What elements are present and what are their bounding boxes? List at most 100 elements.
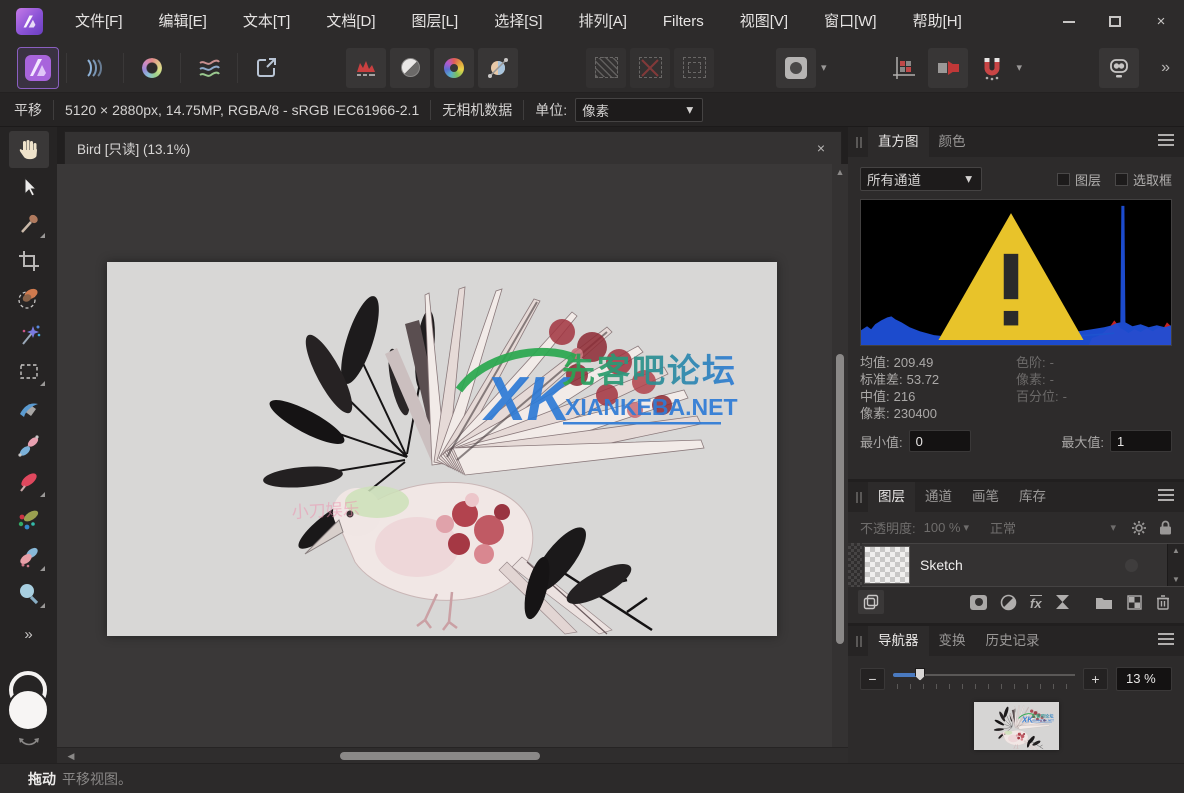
erase-brush-tool[interactable] [9,538,49,575]
pixel-brush-tool[interactable] [9,501,49,538]
blend-mode-select[interactable]: 正常 [990,518,1016,537]
develop-persona-button[interactable] [132,48,172,88]
selection-brush-tool[interactable] [9,279,49,316]
mask-mode-chevron-icon[interactable]: ▾ [821,61,827,74]
new-layer-icon[interactable] [1127,595,1142,610]
mask-mode-button[interactable] [776,48,816,88]
blur-tool[interactable] [9,575,49,612]
tab-history[interactable]: 历史记录 [976,626,1050,656]
assistant-robot-button[interactable] [1099,48,1139,88]
layers-scrollbar[interactable]: ▲ ▼ [1167,544,1184,586]
zoom-in-button[interactable]: + [1083,668,1108,690]
layer-row[interactable]: Sketch ▲ ▼ [848,543,1184,587]
zoom-value-input[interactable]: 13 % [1116,667,1172,691]
scroll-left-icon[interactable]: ◀ [63,748,79,764]
scroll-up-icon[interactable]: ▲ [1172,546,1180,555]
auto-levels-histogram-button[interactable] [346,48,386,88]
menu-text[interactable]: 文本[T] [225,0,309,43]
menu-select[interactable]: 选择[S] [476,0,560,43]
scroll-up-icon[interactable]: ▲ [832,164,848,180]
assets-transform-button[interactable] [928,48,968,88]
tab-stock[interactable]: 库存 [1009,482,1056,512]
tab-brushes[interactable]: 画笔 [962,482,1009,512]
layer-checkbox[interactable]: 图层 [1057,170,1101,189]
chevron-down-icon[interactable]: ▾ [1110,521,1116,534]
paint-mixer-brush-tool[interactable] [9,390,49,427]
delete-layer-icon[interactable] [1156,594,1170,610]
crop-tool[interactable] [9,242,49,279]
tab-histogram[interactable]: 直方图 [868,127,929,157]
tab-close-icon[interactable]: × [813,140,829,156]
swap-colours-icon[interactable] [16,737,42,749]
panel-menu-icon[interactable] [1158,489,1174,501]
paint-brush-tool[interactable] [9,464,49,501]
zoom-out-button[interactable]: − [860,668,885,690]
lock-icon[interactable] [1159,520,1172,535]
snapping-chevron-icon[interactable]: ▾ [1017,61,1023,74]
adjustment-layer-icon[interactable] [1000,594,1017,611]
menu-help[interactable]: 帮助[H] [895,0,980,43]
document-tab[interactable]: Bird [只读] (13.1%) × [64,131,842,164]
navigator-thumbnail[interactable] [974,702,1059,750]
marquee-checkbox[interactable]: 选取框 [1115,170,1172,189]
fill-colour-swatch[interactable] [7,689,49,731]
menu-document[interactable]: 文档[D] [308,0,393,43]
auto-contrast-button[interactable] [390,48,430,88]
select-border-button[interactable] [674,48,714,88]
panel-drag-handle[interactable] [856,492,862,503]
panel-drag-handle[interactable] [856,137,862,148]
zoom-slider[interactable] [893,666,1075,692]
clone-brush-tool[interactable] [9,427,49,464]
deselect-button[interactable] [630,48,670,88]
tab-colour[interactable]: 颜色 [929,127,976,157]
menu-layer[interactable]: 图层[L] [394,0,477,43]
flood-select-toggle[interactable] [586,48,626,88]
menu-arrange[interactable]: 排列[A] [561,0,645,43]
gear-icon[interactable] [1131,520,1147,536]
menu-edit[interactable]: 编辑[E] [141,0,225,43]
channel-select[interactable]: 所有通道 ▾ [860,167,982,191]
mask-layer-icon[interactable] [970,595,987,610]
more-tools-icon[interactable]: » [24,626,32,643]
horizontal-scrollbar[interactable]: ◀ [57,747,848,763]
panel-menu-icon[interactable] [1158,134,1174,146]
unit-select[interactable]: 像素 ▾ [575,98,703,122]
colour-swatches[interactable] [6,671,52,733]
vertical-scroll-thumb[interactable] [836,354,844,644]
pixel-grid-button[interactable] [884,48,924,88]
flood-select-tool[interactable] [9,316,49,353]
menu-view[interactable]: 视图[V] [722,0,806,43]
group-layers-icon[interactable] [1095,595,1113,610]
layer-effects-icon[interactable]: fx [1030,595,1042,610]
chevron-down-icon[interactable]: ▾ [964,521,970,534]
menu-window[interactable]: 窗口[W] [806,0,895,43]
max-input[interactable] [1110,430,1172,452]
live-filter-icon[interactable] [1055,594,1070,610]
auto-colour-button[interactable] [434,48,474,88]
close-button[interactable]: × [1138,0,1184,43]
layer-thumbnail[interactable] [864,546,910,584]
tone-mapping-persona-button[interactable] [189,48,229,88]
export-persona-button[interactable] [246,48,286,88]
layer-drag-handle-icon[interactable] [848,543,862,587]
min-input[interactable] [909,430,971,452]
toolbar-overflow-icon[interactable]: » [1161,59,1170,77]
horizontal-scroll-thumb[interactable] [340,752,540,760]
liquify-persona-button[interactable] [75,48,115,88]
vertical-scrollbar[interactable]: ▲ [832,164,848,747]
snapping-magnet-button[interactable] [972,48,1012,88]
minimize-button[interactable] [1046,0,1092,43]
canvas[interactable] [107,262,777,636]
tab-channels[interactable]: 通道 [915,482,962,512]
tab-transform[interactable]: 变换 [929,626,976,656]
colour-picker-tool[interactable] [9,205,49,242]
tab-navigator[interactable]: 导航器 [868,626,929,656]
menu-filters[interactable]: Filters [645,0,722,43]
panel-drag-handle[interactable] [856,636,862,647]
zoom-slider-handle[interactable] [915,668,925,681]
view-hand-tool[interactable] [9,131,49,168]
move-tool[interactable] [9,168,49,205]
auto-white-balance-button[interactable] [478,48,518,88]
maximize-button[interactable] [1092,0,1138,43]
rectangular-marquee-tool[interactable] [9,353,49,390]
